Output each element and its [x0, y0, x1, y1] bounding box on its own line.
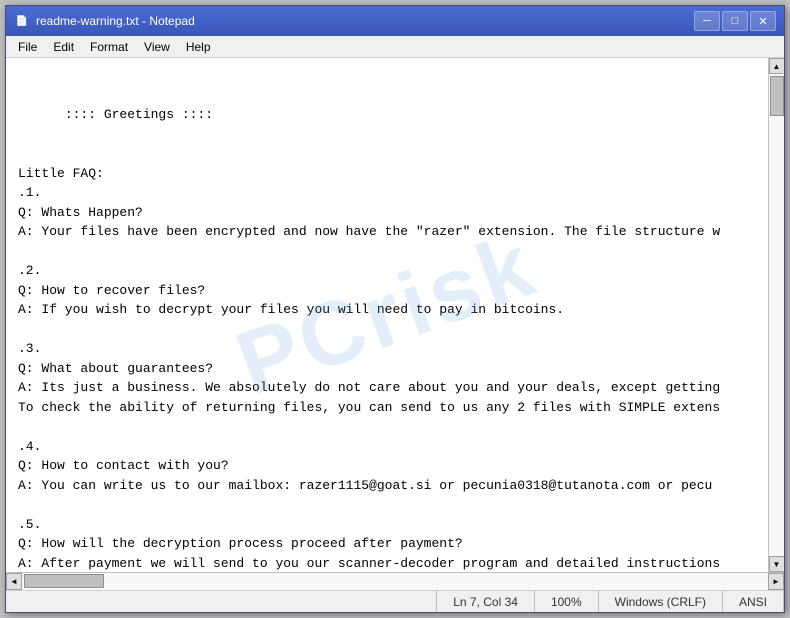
minimize-button[interactable]: ─ [694, 11, 720, 31]
window-controls: ─ □ ✕ [694, 11, 776, 31]
menu-format[interactable]: Format [82, 38, 136, 56]
status-bar: Ln 7, Col 34 100% Windows (CRLF) ANSI [6, 590, 784, 612]
menu-file[interactable]: File [10, 38, 45, 56]
window-title: readme-warning.txt - Notepad [36, 14, 694, 28]
vertical-scrollbar: ▲ ▼ [768, 58, 784, 572]
status-zoom: 100% [535, 591, 599, 612]
app-icon: 📄 [14, 13, 30, 29]
title-bar: 📄 readme-warning.txt - Notepad ─ □ ✕ [6, 6, 784, 36]
status-blank [6, 591, 437, 612]
scroll-track-h[interactable] [22, 573, 768, 590]
status-encoding: ANSI [723, 591, 784, 612]
text-editor[interactable]: PCrisk :::: Greetings :::: Little FAQ: .… [6, 58, 768, 572]
content-area: PCrisk :::: Greetings :::: Little FAQ: .… [6, 58, 784, 572]
editor-text: :::: Greetings :::: Little FAQ: .1. Q: W… [18, 107, 720, 572]
scroll-down-button[interactable]: ▼ [769, 556, 785, 572]
maximize-button[interactable]: □ [722, 11, 748, 31]
menu-view[interactable]: View [136, 38, 178, 56]
horizontal-scrollbar-area: ◄ ► [6, 572, 784, 590]
menu-edit[interactable]: Edit [45, 38, 82, 56]
close-button[interactable]: ✕ [750, 11, 776, 31]
status-line-ending: Windows (CRLF) [599, 591, 723, 612]
scroll-right-button[interactable]: ► [768, 573, 784, 590]
status-position: Ln 7, Col 34 [437, 591, 535, 612]
scroll-thumb-v[interactable] [770, 76, 784, 116]
scroll-up-button[interactable]: ▲ [769, 58, 785, 74]
scroll-track-v[interactable] [769, 74, 784, 556]
scroll-thumb-h[interactable] [24, 574, 104, 588]
scroll-left-button[interactable]: ◄ [6, 573, 22, 590]
menu-help[interactable]: Help [178, 38, 219, 56]
notepad-window: 📄 readme-warning.txt - Notepad ─ □ ✕ Fil… [5, 5, 785, 613]
menu-bar: File Edit Format View Help [6, 36, 784, 58]
